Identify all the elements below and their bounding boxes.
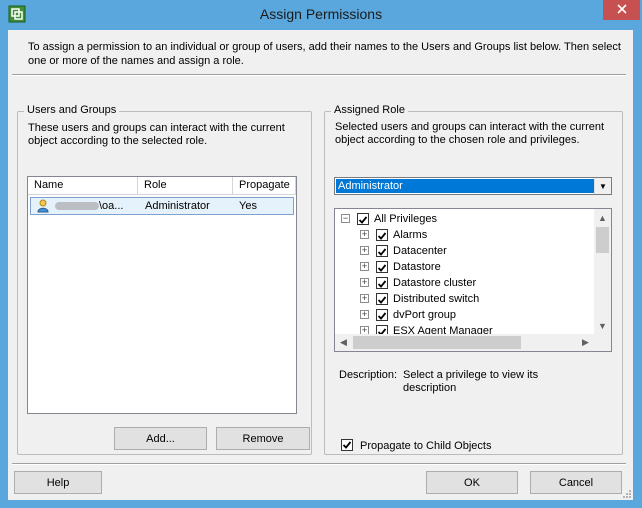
users-groups-label: Users and Groups <box>24 104 120 116</box>
privileges-tree[interactable]: − All Privileges + Alarms + Datacenter +… <box>334 208 612 352</box>
checkbox-checked-icon[interactable] <box>376 309 388 321</box>
close-button[interactable] <box>603 0 640 20</box>
table-row[interactable]: \oa... Administrator Yes <box>30 197 294 215</box>
help-button[interactable]: Help <box>14 471 102 494</box>
description-value: Select a privilege to view its descripti… <box>403 369 539 394</box>
tree-vertical-scrollbar[interactable]: ▲ ▼ <box>594 209 611 334</box>
propagate-label: Propagate to Child Objects <box>360 440 492 452</box>
horizontal-scroll-thumb[interactable] <box>353 336 521 349</box>
tree-item-label: dvPort group <box>393 309 456 321</box>
role-dropdown-value: Administrator <box>336 179 594 193</box>
redacted-name <box>55 202 99 210</box>
column-header-propagate[interactable]: Propagate <box>233 177 296 194</box>
expand-icon[interactable]: + <box>360 310 369 319</box>
row-name: \oa... <box>99 200 124 212</box>
window-title: Assign Permissions <box>259 6 383 22</box>
intro-text: To assign a permission to an individual … <box>28 41 621 67</box>
close-icon <box>616 3 627 17</box>
remove-button[interactable]: Remove <box>216 427 310 450</box>
checkbox-checked-icon[interactable] <box>376 245 388 257</box>
add-button[interactable]: Add... <box>114 427 207 450</box>
expand-icon[interactable]: + <box>360 294 369 303</box>
assigned-role-description: Selected users and groups can interact w… <box>335 121 605 146</box>
list-header: Name Role Propagate <box>28 177 296 195</box>
checkbox-checked-icon[interactable] <box>376 277 388 289</box>
tree-item-label: Datastore cluster <box>393 277 477 289</box>
chevron-down-icon[interactable]: ▼ <box>594 178 611 194</box>
propagate-checkbox[interactable] <box>341 439 353 451</box>
ok-button[interactable]: OK <box>426 471 518 494</box>
checkbox-checked-icon[interactable] <box>357 213 369 225</box>
scroll-down-icon[interactable]: ▼ <box>594 317 611 334</box>
column-header-role[interactable]: Role <box>138 177 233 194</box>
tree-item-label: All Privileges <box>374 213 437 225</box>
user-icon <box>36 199 50 216</box>
tree-item-label: Alarms <box>393 229 428 241</box>
users-groups-list[interactable]: Name Role Propagate \oa... Administrator… <box>27 176 297 414</box>
expand-icon[interactable]: + <box>360 246 369 255</box>
tree-item-label: Datastore <box>393 261 441 273</box>
checkbox-checked-icon[interactable] <box>376 261 388 273</box>
collapse-icon[interactable]: − <box>341 214 350 223</box>
users-groups-description: These users and groups can interact with… <box>28 122 285 147</box>
expand-icon[interactable]: + <box>360 278 369 287</box>
expand-icon[interactable]: + <box>360 230 369 239</box>
tree-horizontal-scrollbar[interactable]: ◀ ▶ <box>335 334 594 351</box>
assigned-role-label: Assigned Role <box>331 104 408 116</box>
checkbox-checked-icon[interactable] <box>376 293 388 305</box>
top-divider <box>12 74 626 76</box>
scrollbar-corner <box>594 334 611 351</box>
checkbox-checked-icon[interactable] <box>376 229 388 241</box>
assign-permissions-window: Assign Permissions To assign a permissio… <box>0 0 642 508</box>
row-propagate: Yes <box>239 200 257 212</box>
role-dropdown[interactable]: Administrator ▼ <box>334 177 612 195</box>
vertical-scroll-thumb[interactable] <box>596 227 609 253</box>
scroll-right-icon[interactable]: ▶ <box>577 334 594 351</box>
column-header-name[interactable]: Name <box>28 177 138 194</box>
tree-item-label: Datacenter <box>393 245 447 257</box>
title-bar[interactable]: Assign Permissions <box>0 0 642 30</box>
expand-icon[interactable]: + <box>360 262 369 271</box>
row-role: Administrator <box>145 200 210 212</box>
scroll-up-icon[interactable]: ▲ <box>594 209 611 226</box>
tree-item-label: Distributed switch <box>393 293 480 305</box>
dialog-client-area: To assign a permission to an individual … <box>8 30 633 500</box>
footer-divider <box>12 463 626 465</box>
checkbox-checked-icon <box>342 441 352 449</box>
resize-grip-icon[interactable] <box>622 489 632 502</box>
scroll-left-icon[interactable]: ◀ <box>335 334 352 351</box>
cancel-button[interactable]: Cancel <box>530 471 622 494</box>
description-label: Description: <box>339 369 398 381</box>
